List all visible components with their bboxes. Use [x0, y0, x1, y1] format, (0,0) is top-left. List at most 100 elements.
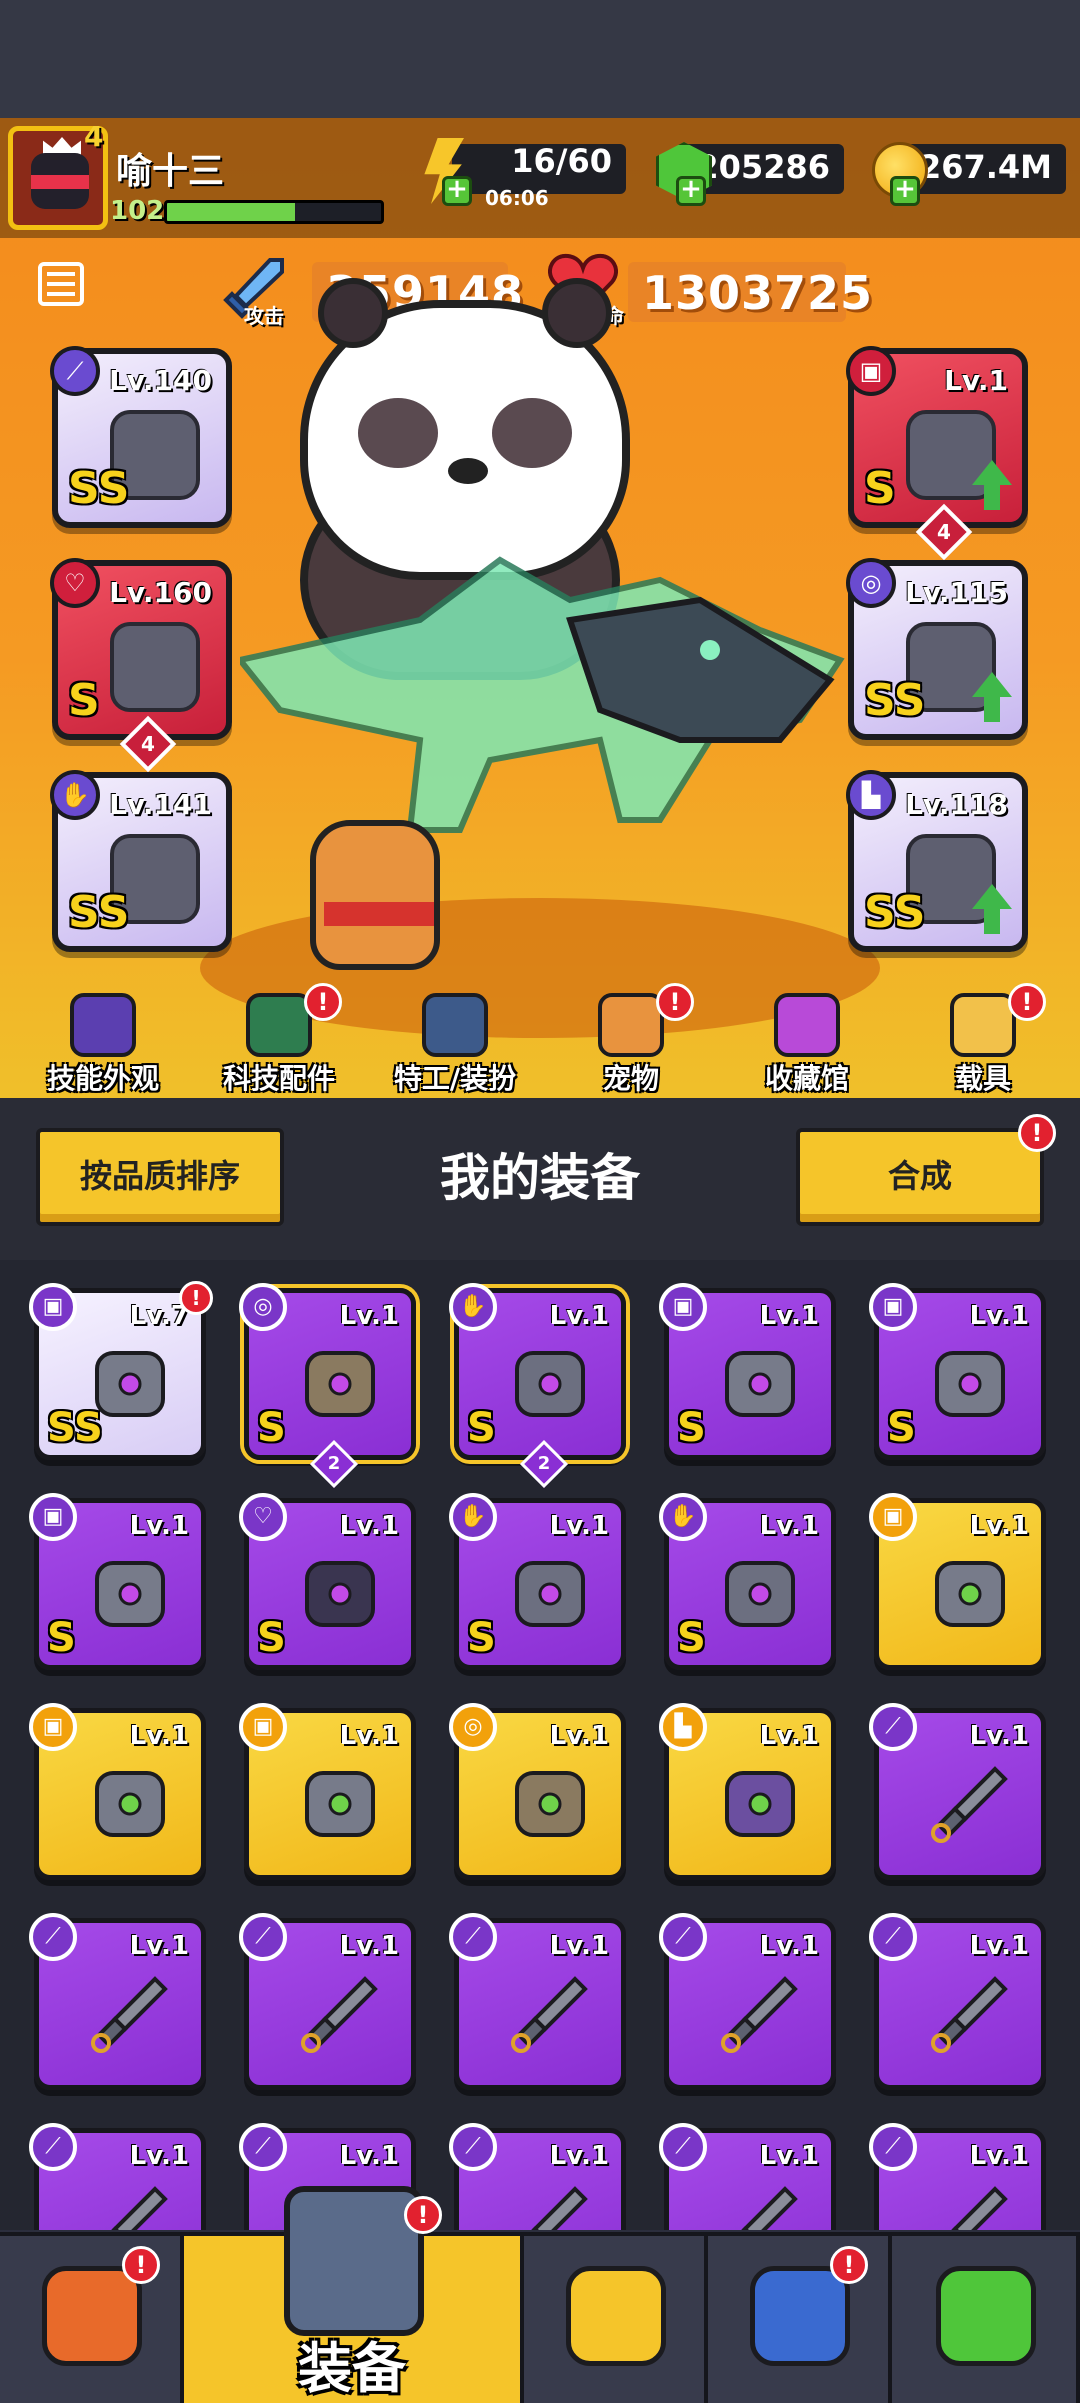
player-level: 4	[84, 120, 104, 153]
inventory-item-weapon[interactable]: ⟋ Lv.1	[239, 1913, 416, 2090]
inventory-item-glove[interactable]: ✋ Lv.1 S	[659, 1493, 836, 1670]
equipped-slot-belt[interactable]: ◎ Lv.115 SS	[846, 558, 1028, 740]
tab-planet[interactable]: !	[708, 2236, 892, 2403]
item-grade: SS	[47, 1405, 103, 1451]
inventory-item-weapon[interactable]: ⟋ Lv.1	[869, 1703, 1046, 1880]
equipped-slot-armor[interactable]: ▣ Lv.1 S 4	[846, 346, 1028, 561]
inventory-item-armor[interactable]: ▣ Lv.1	[239, 1703, 416, 1880]
weapon-item-icon	[531, 2186, 588, 2230]
merge-alert-badge: !	[1018, 1114, 1056, 1152]
inventory-item-belt[interactable]: ◎ Lv.1	[449, 1703, 626, 1880]
alert-badge: !	[1008, 983, 1046, 1021]
inventory-item-armor[interactable]: ▣ Lv.1 S	[869, 1283, 1046, 1460]
inventory-item-boots[interactable]: ▙ Lv.1	[659, 1703, 836, 1880]
inventory-item-glove[interactable]: ✋ Lv.1 S	[449, 1493, 626, 1670]
sort-by-quality-button[interactable]: 按品质排序	[36, 1128, 284, 1226]
add-gems-button[interactable]: +	[676, 176, 706, 206]
item-grade: S	[257, 1615, 286, 1661]
nav-label: 技能外观	[46, 1062, 159, 1095]
tab-battle-star[interactable]	[524, 2236, 708, 2403]
armor-category-icon: ▣	[29, 1283, 77, 1331]
nav-item-0[interactable]: 技能外观	[28, 985, 178, 1095]
item-grade: S	[47, 1615, 76, 1661]
inventory-item-armor[interactable]: ▣ Lv.1 S	[659, 1283, 836, 1460]
weapon-item-icon	[511, 1976, 588, 2053]
item-level: Lv.1	[969, 1511, 1029, 1541]
weapon-category-icon: ⟋	[869, 2123, 917, 2171]
necklace-item-icon	[305, 1561, 375, 1627]
tab-shop[interactable]: !	[0, 2236, 184, 2403]
weapon-category-icon: ⟋	[869, 1913, 917, 1961]
inventory-item-weapon[interactable]: ⟋ Lv.1	[449, 1913, 626, 2090]
tab-equipment[interactable]: 装备!	[184, 2186, 524, 2403]
inventory-item-weapon[interactable]: ⟋ Lv.1	[869, 1913, 1046, 2090]
weapon-item-icon	[931, 1766, 1008, 1843]
nav-label: 收藏馆	[764, 1062, 849, 1095]
inventory-grid[interactable]: ▣ Lv.7 SS! ◎ Lv.1 S 2 ✋ Lv.1 S 2 ▣ Lv.1 S ▣ Lv.1 S ▣ Lv.1 S…	[0, 1260, 1080, 2230]
inventory-item-weapon[interactable]: ⟋ Lv.1	[659, 1913, 836, 2090]
feature-nav: 技能外观 科技配件! 特工/装扮 宠物! 收藏馆 载具!	[0, 983, 1080, 1095]
slot-level: Lv.140	[109, 364, 212, 397]
inventory-item-weapon[interactable]: ⟋ Lv.1	[869, 2123, 1046, 2230]
glove-item-icon	[515, 1561, 585, 1627]
item-level: Lv.1	[969, 2141, 1029, 2171]
equipped-slot-glove[interactable]: ✋ Lv.141 SS	[50, 770, 232, 952]
vehicle-icon	[950, 993, 1016, 1057]
armor-item-icon	[305, 1771, 375, 1837]
inventory-item-armor[interactable]: ▣ Lv.7 SS!	[29, 1281, 213, 1460]
add-coins-button[interactable]: +	[890, 176, 920, 206]
inventory-item-weapon[interactable]: ⟋ Lv.1	[29, 1913, 206, 2090]
boots-category-icon: ▙	[659, 1703, 707, 1751]
item-level: Lv.1	[759, 2141, 819, 2171]
nav-label: 科技配件	[222, 1062, 335, 1095]
weapon-category-icon: ⟋	[239, 2123, 287, 2171]
weapon-category-icon: ⟋	[869, 1703, 917, 1751]
armor-category-icon: ▣	[29, 1493, 77, 1541]
weapon-item-icon	[111, 2186, 168, 2230]
slot-level: Lv.115	[905, 576, 1008, 609]
inventory-item-armor[interactable]: ▣ Lv.1	[869, 1493, 1046, 1670]
inventory-item-glove[interactable]: ✋ Lv.1 S 2	[449, 1283, 626, 1489]
tab-dna[interactable]	[892, 2236, 1080, 2403]
inventory-item-weapon[interactable]: ⟋ Lv.1	[659, 2123, 836, 2230]
nav-item-1[interactable]: 科技配件!	[204, 983, 354, 1095]
item-level: Lv.1	[129, 2141, 189, 2171]
tab-label: 装备	[298, 2337, 406, 2400]
weapon-item-icon	[951, 2186, 1008, 2230]
energy-value: 16/60	[511, 142, 612, 180]
inventory-item-weapon[interactable]: ⟋ Lv.1	[29, 2123, 206, 2230]
weapon-item-icon	[721, 1976, 798, 2053]
hp-value: 1303725	[642, 266, 874, 320]
inventory-item-weapon[interactable]: ⟋ Lv.1	[449, 2123, 626, 2230]
nav-item-2[interactable]: 特工/装扮	[380, 985, 530, 1095]
inventory-item-armor[interactable]: ▣ Lv.1	[29, 1703, 206, 1880]
inventory-item-armor[interactable]: ▣ Lv.1 S	[29, 1493, 206, 1670]
item-level: Lv.1	[339, 1511, 399, 1541]
armor-item-icon	[906, 410, 996, 500]
merge-button[interactable]: 合成	[796, 1128, 1044, 1226]
nav-item-5[interactable]: 载具!	[908, 983, 1058, 1095]
glove-category-icon: ✋	[449, 1493, 497, 1541]
slot-grade: S	[864, 463, 896, 514]
item-level: Lv.1	[339, 1931, 399, 1961]
item-level: Lv.1	[549, 1931, 609, 1961]
armor-category-icon: ▣	[846, 346, 896, 396]
inventory-item-belt[interactable]: ◎ Lv.1 S 2	[239, 1283, 416, 1489]
pet-shiba-icon	[598, 993, 664, 1057]
equipped-slot-boots[interactable]: ▙ Lv.118 SS	[846, 770, 1028, 952]
nav-item-3[interactable]: 宠物!	[556, 983, 706, 1095]
nav-item-4[interactable]: 收藏馆	[732, 985, 882, 1095]
add-energy-button[interactable]: +	[442, 176, 472, 206]
item-level: Lv.1	[549, 1511, 609, 1541]
inventory-item-necklace[interactable]: ♡ Lv.1 S	[239, 1493, 416, 1670]
equipped-slot-necklace[interactable]: ♡ Lv.160 S 4	[50, 558, 232, 773]
slot-level: Lv.141	[109, 788, 212, 821]
item-count-badge: 2	[309, 1439, 359, 1489]
menu-list-icon[interactable]	[38, 262, 84, 306]
weapon-category-icon: ⟋	[659, 1913, 707, 1961]
item-level: Lv.1	[759, 1511, 819, 1541]
item-level: Lv.1	[129, 1511, 189, 1541]
glove-category-icon: ✋	[449, 1283, 497, 1331]
glove-item-icon	[725, 1561, 795, 1627]
equipped-slot-weapon[interactable]: ⟋ Lv.140 SS	[50, 346, 232, 528]
